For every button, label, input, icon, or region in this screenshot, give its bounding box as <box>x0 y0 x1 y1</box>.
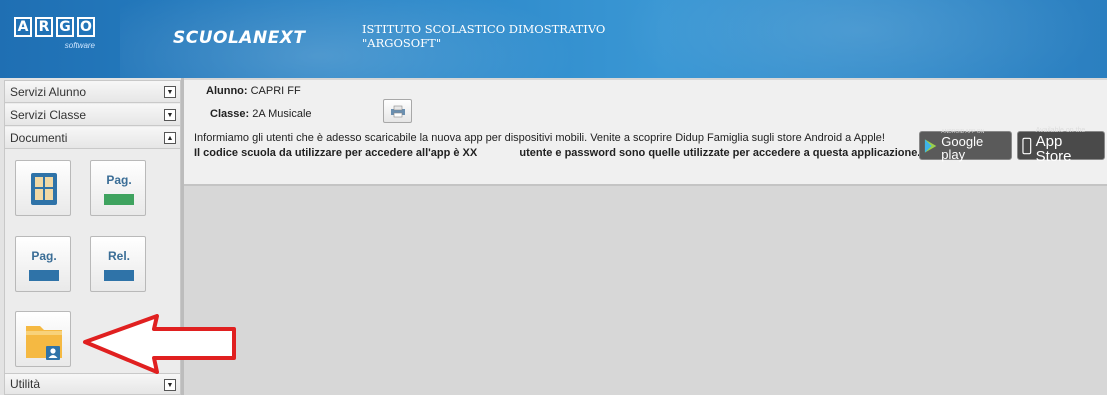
sidebar-section-servizi-classe[interactable]: Servizi Classe ▼ <box>5 104 180 126</box>
chevron-down-icon[interactable]: ▼ <box>164 109 176 121</box>
rel-label: Rel. <box>107 249 130 263</box>
sidebar-section-label: Documenti <box>10 130 68 145</box>
pag-blue-icon <box>29 270 59 281</box>
sidebar-section-label: Servizi Classe <box>10 107 87 122</box>
logo-subtitle: software <box>64 41 95 50</box>
google-play-badge[interactable]: ANDROID APP ON Google play <box>919 130 1012 162</box>
school-name: ISTITUTO SCOLASTICO DIMOSTRATIVO "ARGOSO… <box>362 22 605 50</box>
student-info-panel: Alunno: CAPRI FF Classe: 2A Musicale Inf… <box>184 80 1107 186</box>
google-play-text: Google play <box>941 134 984 162</box>
sidebar-section-documenti[interactable]: Documenti ▲ <box>5 127 180 149</box>
sidebar-section-label: Utilità <box>10 377 41 391</box>
red-arrow-annotation <box>83 314 236 374</box>
logo-letter: R <box>35 17 53 37</box>
classe-value: 2A Musicale <box>252 108 312 120</box>
chevron-down-icon[interactable]: ▼ <box>164 86 176 98</box>
app-notice-text: Informiamo gli utenti che è adesso scari… <box>194 132 885 144</box>
app-store-badge[interactable]: Available on the App Store <box>1017 127 1105 164</box>
classe-label: Classe: <box>210 108 250 120</box>
sidebar-section-label: Servizi Alunno <box>10 84 87 99</box>
chevron-up-icon[interactable]: ▲ <box>164 132 176 144</box>
documenti-alunno-button[interactable] <box>15 311 71 367</box>
classe-field: Classe: 2A Musicale <box>210 108 312 120</box>
alunno-label: Alunno: <box>206 85 248 97</box>
school-code-part2: utente e password sono quelle utilizzate… <box>519 147 921 159</box>
pagella-blue-button[interactable]: Pag. <box>15 236 71 292</box>
relazione-button[interactable]: Rel. <box>90 236 146 292</box>
logo-letter: O <box>77 17 95 37</box>
logo-letter: G <box>56 17 74 37</box>
argo-logo[interactable]: A R G O software <box>14 17 99 63</box>
print-button[interactable] <box>383 99 412 123</box>
main-content: Alunno: CAPRI FF Classe: 2A Musicale Inf… <box>184 78 1107 395</box>
rel-blue-icon <box>104 270 134 281</box>
alunno-value: CAPRI FF <box>250 85 301 97</box>
pagella-green-button[interactable]: Pag. <box>90 160 146 216</box>
app-store-text: App Store <box>1035 133 1072 165</box>
school-name-line1: ISTITUTO SCOLASTICO DIMOSTRATIVO <box>362 22 606 36</box>
pag-label: Pag. <box>31 249 57 263</box>
school-name-line2: "ARGOSOFT" <box>362 36 442 50</box>
app-brand: SCUOLANEXT <box>173 28 306 48</box>
play-store-icon <box>924 138 937 153</box>
pag-label: Pag. <box>106 173 132 187</box>
grid-document-icon <box>31 173 57 205</box>
sidebar-section-servizi-alunno[interactable]: Servizi Alunno ▼ <box>5 81 180 103</box>
pag-green-icon <box>104 194 134 205</box>
app-header: A R G O software SCUOLANEXT ISTITUTO SCO… <box>0 0 1107 78</box>
folder-user-icon <box>26 326 62 360</box>
school-code-text: Il codice scuola da utilizzare per acced… <box>194 147 920 159</box>
documento-bacheca-button[interactable] <box>15 160 71 216</box>
logo-letter: A <box>14 17 32 37</box>
printer-icon <box>390 105 405 118</box>
alunno-field: Alunno: CAPRI FF <box>206 85 301 97</box>
school-code-part1: Il codice scuola da utilizzare per acced… <box>194 147 478 159</box>
phone-icon <box>1022 137 1032 154</box>
chevron-down-icon[interactable]: ▼ <box>164 379 176 391</box>
